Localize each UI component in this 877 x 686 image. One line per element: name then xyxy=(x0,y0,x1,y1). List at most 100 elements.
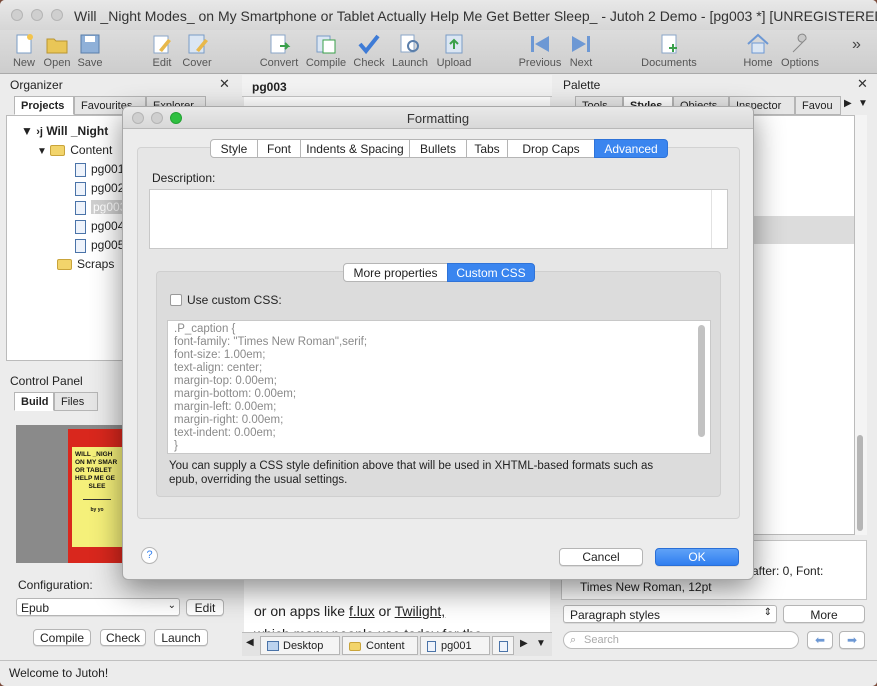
dialog-minimize-button[interactable] xyxy=(151,112,163,124)
compile-button[interactable]: Compile xyxy=(33,629,91,646)
tab-projects[interactable]: Projects xyxy=(14,96,74,115)
edit-icon xyxy=(153,35,171,54)
close-window-button[interactable] xyxy=(11,9,23,21)
scroll-left-icon[interactable]: ◀ xyxy=(246,637,254,648)
organizer-close-icon[interactable]: ✕ xyxy=(219,76,230,92)
help-button[interactable]: ? xyxy=(141,547,158,564)
toolbar-previous-button[interactable]: Previous xyxy=(516,30,564,74)
palette-close-icon[interactable]: ✕ xyxy=(857,76,868,92)
configuration-select[interactable]: Epub ⌄ xyxy=(16,598,180,616)
tree-page-item[interactable]: pg002 xyxy=(75,181,124,200)
toolbar-save-button[interactable]: Save xyxy=(74,30,106,74)
window-title: Will _Night Modes_ on My Smartphone or T… xyxy=(74,8,877,24)
tab-font[interactable]: Font xyxy=(257,139,301,158)
css-line: text-align: center; xyxy=(174,362,263,374)
config-edit-button[interactable]: Edit xyxy=(186,599,224,616)
tree-page-item-selected[interactable]: pg003 xyxy=(75,200,129,219)
style-search-input[interactable]: ⌕ Search xyxy=(563,631,799,649)
search-next-button[interactable]: ➡ xyxy=(839,631,865,649)
formatting-dialog: Formatting Style Font Indents & Spacing … xyxy=(122,106,754,580)
folder-icon xyxy=(57,259,72,271)
subtab-custom-css[interactable]: Custom CSS xyxy=(447,263,535,282)
css-scrollbar-thumb[interactable] xyxy=(698,325,705,437)
convert-icon xyxy=(270,34,291,54)
style-type-select[interactable]: Paragraph styles ⇕ xyxy=(563,605,777,623)
check-icon xyxy=(358,34,380,55)
page-icon xyxy=(75,162,86,177)
upload-icon xyxy=(445,34,463,54)
ok-button[interactable]: OK xyxy=(655,548,739,566)
toolbar-next-button[interactable]: Next xyxy=(564,30,598,74)
toolbar-cover-button[interactable]: Cover xyxy=(180,30,214,74)
folder-icon xyxy=(349,641,361,651)
search-previous-button[interactable]: ⬅ xyxy=(807,631,833,649)
tab-indents-spacing[interactable]: Indents & Spacing xyxy=(300,139,410,158)
tree-page-item[interactable]: pg001 xyxy=(75,162,124,181)
dialog-close-button[interactable] xyxy=(132,112,144,124)
scrollbar-thumb[interactable] xyxy=(857,435,863,531)
compile-icon xyxy=(316,35,336,54)
tab-list-icon[interactable]: ▼ xyxy=(858,98,868,109)
use-custom-css-checkbox[interactable] xyxy=(170,294,182,306)
tab-bullets[interactable]: Bullets xyxy=(409,139,467,158)
toolbar-edit-button[interactable]: Edit xyxy=(146,30,178,74)
tab-advanced[interactable]: Advanced xyxy=(594,139,668,158)
cancel-button[interactable]: Cancel xyxy=(559,548,643,566)
toolbar-home-button[interactable]: Home xyxy=(740,30,776,74)
tree-root[interactable]: ▼ ›j Will _Night xyxy=(21,124,108,143)
wrench-icon xyxy=(792,33,807,53)
toolbar-overflow-button[interactable]: » xyxy=(852,36,861,54)
page-icon xyxy=(75,181,86,196)
launch-button[interactable]: Launch xyxy=(154,629,208,646)
cover-preview-text: WILL _NIGH ON MY SMAR OR TABLET HELP ME … xyxy=(72,447,122,547)
tab-build[interactable]: Build xyxy=(14,392,54,411)
css-line: } xyxy=(174,440,178,452)
editor-tab-bar: ◀ Desktop Content pg001 ▶ ▼ xyxy=(242,632,552,656)
dialog-title-bar: Formatting xyxy=(123,107,753,129)
dialog-zoom-button[interactable] xyxy=(170,112,182,124)
toolbar-open-button[interactable]: Open xyxy=(40,30,74,74)
toolbar-options-button[interactable]: Options xyxy=(778,30,822,74)
new-doc-icon xyxy=(16,34,33,54)
cover-preview-frame: WILL _NIGH ON MY SMAR OR TABLET HELP ME … xyxy=(16,425,122,563)
toolbar-upload-button[interactable]: Upload xyxy=(434,30,474,74)
palette-title: Palette xyxy=(563,78,601,92)
tab-favourites-palette[interactable]: Favou xyxy=(795,96,841,115)
more-button[interactable]: More xyxy=(783,605,865,623)
dialog-title: Formatting xyxy=(406,111,470,126)
tab-overflow[interactable] xyxy=(492,636,514,655)
toolbar-check-button[interactable]: Check xyxy=(352,30,386,74)
tab-scroll-right-icon[interactable]: ▶ xyxy=(844,98,852,109)
toolbar-launch-button[interactable]: Launch xyxy=(390,30,430,74)
tab-style[interactable]: Style xyxy=(210,139,258,158)
description-field[interactable] xyxy=(149,189,728,249)
disclosure-triangle-icon: ▼ xyxy=(37,146,47,157)
tab-tabs[interactable]: Tabs xyxy=(466,139,508,158)
arrow-right-icon: ➡ xyxy=(846,633,858,647)
tab-desktop[interactable]: Desktop xyxy=(260,636,340,655)
tab-list-icon[interactable]: ▼ xyxy=(536,638,546,649)
toolbar-new-button[interactable]: New xyxy=(8,30,40,74)
check-button[interactable]: Check xyxy=(100,629,146,646)
tree-content-folder[interactable]: ▼ Content xyxy=(37,143,112,162)
tab-files[interactable]: Files xyxy=(54,392,98,411)
page-icon xyxy=(75,200,86,215)
styles-scrollbar[interactable] xyxy=(855,115,867,535)
custom-css-textarea[interactable]: .P_caption { font-family: "Times New Rom… xyxy=(167,320,711,454)
tab-content[interactable]: Content xyxy=(342,636,418,655)
minimize-window-button[interactable] xyxy=(31,9,43,21)
tab-pg001[interactable]: pg001 xyxy=(420,636,490,655)
zoom-window-button[interactable] xyxy=(51,9,63,21)
tree-scraps-folder[interactable]: Scraps xyxy=(57,257,114,276)
toolbar-documents-button[interactable]: Documents xyxy=(638,30,700,74)
subtab-more-properties[interactable]: More properties xyxy=(343,263,448,282)
tab-drop-caps[interactable]: Drop Caps xyxy=(507,139,595,158)
tree-page-item[interactable]: pg004 xyxy=(75,219,124,238)
arrow-left-icon: ⬅ xyxy=(814,633,826,647)
scroll-right-icon[interactable]: ▶ xyxy=(520,638,528,649)
tree-page-item[interactable]: pg005 xyxy=(75,238,124,257)
description-scrollbar[interactable] xyxy=(711,190,712,248)
toolbar-compile-button[interactable]: Compile xyxy=(304,30,348,74)
previous-icon xyxy=(531,36,549,52)
toolbar-convert-button[interactable]: Convert xyxy=(258,30,300,74)
